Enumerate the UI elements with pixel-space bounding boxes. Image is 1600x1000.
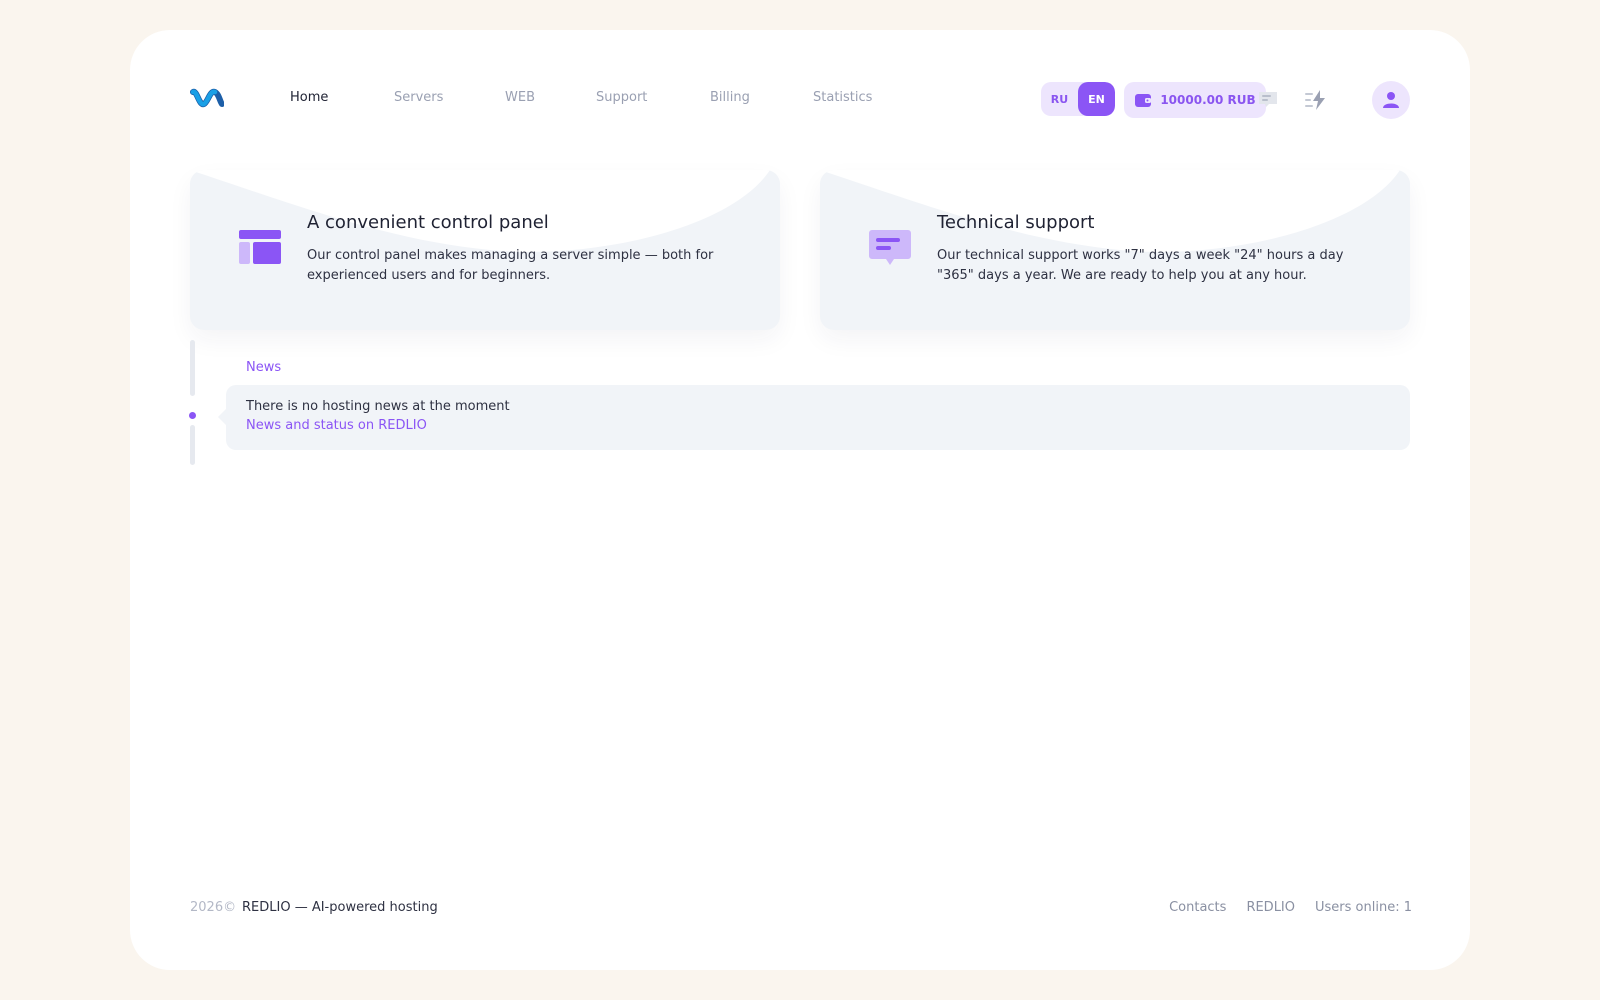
balance-button[interactable]: 10000.00 RUB [1124,82,1266,118]
user-icon [1383,92,1399,108]
language-switcher: RU EN [1041,82,1115,116]
card-title: Technical support [937,212,1095,233]
user-avatar-button[interactable] [1372,81,1410,119]
news-status-link[interactable]: News and status on REDLIO [246,418,427,433]
message-icon [869,230,911,265]
nav-home[interactable]: Home [290,90,328,105]
lang-ru-button[interactable]: RU [1041,82,1078,116]
feature-card-support: Technical support Our technical support … [820,170,1410,330]
timeline-line-top [190,340,195,396]
balance-amount: 10000.00 RUB [1160,93,1256,107]
timeline-line-bottom [190,425,195,465]
footer-contacts-link[interactable]: Contacts [1169,900,1226,915]
chat-icon [1259,92,1277,107]
feature-card-control-panel: A convenient control panel Our control p… [190,170,780,330]
nav-servers[interactable]: Servers [394,90,443,105]
footer-links: Contacts REDLIO Users online: 1 [1169,900,1412,915]
card-description: Our control panel makes managing a serve… [307,248,714,283]
card-title: A convenient control panel [307,212,549,233]
logo-icon[interactable] [190,86,224,110]
nav-billing[interactable]: Billing [710,90,750,105]
nav-statistics[interactable]: Statistics [813,90,872,105]
lang-en-button[interactable]: EN [1078,82,1115,116]
nav-web[interactable]: WEB [505,90,535,105]
messages-button[interactable] [1254,86,1282,114]
layout-icon [239,230,281,264]
users-online: Users online: 1 [1315,900,1412,915]
footer-redlio-link[interactable]: REDLIO [1246,900,1295,915]
card-description: Our technical support works "7" days a w… [937,248,1344,283]
activity-icon [1305,90,1325,110]
footer-copyright: 2026© [190,900,237,915]
footer-brand: REDLIO — AI-powered hosting [242,900,438,915]
timeline-dot [189,412,196,419]
news-heading: News [246,360,282,375]
nav-support[interactable]: Support [596,90,647,105]
news-message: There is no hosting news at the moment [246,399,510,414]
main-panel: Home Servers WEB Support Billing Statist… [130,30,1470,970]
activity-button[interactable] [1302,86,1330,114]
wallet-icon [1135,94,1152,107]
news-item: There is no hosting news at the moment N… [218,385,1410,450]
